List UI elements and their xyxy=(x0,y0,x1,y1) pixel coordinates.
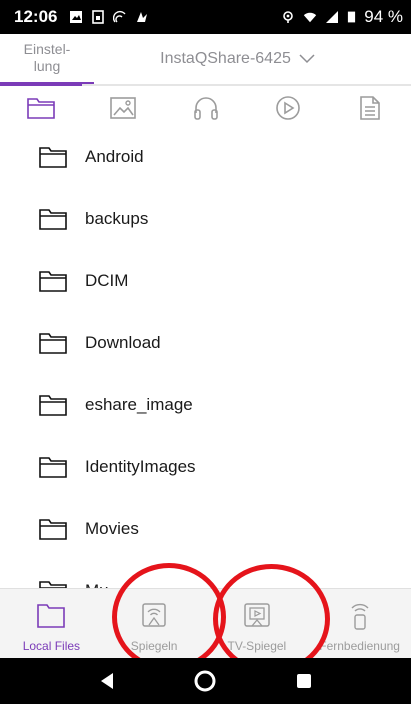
list-item[interactable]: eshare_image xyxy=(0,374,411,436)
tab-music[interactable] xyxy=(164,84,247,130)
list-item[interactable]: DCIM xyxy=(0,250,411,312)
file-name: Mu xyxy=(85,581,109,588)
status-bar: 12:06 94 % xyxy=(0,0,411,34)
app-header: Einstel- lung InstaQShare-6425 xyxy=(0,34,411,84)
folder-icon xyxy=(39,271,67,292)
file-name: backups xyxy=(85,209,149,228)
gallery-notification-icon xyxy=(70,11,83,23)
tab-files[interactable] xyxy=(0,84,83,130)
battery-percent: 94 % xyxy=(364,7,403,26)
settings-tab[interactable]: Einstel- lung xyxy=(0,34,94,84)
headphones-icon xyxy=(193,97,218,120)
device-name: InstaQShare-6425 xyxy=(160,50,291,67)
document-icon xyxy=(360,96,380,120)
wifi-icon xyxy=(304,12,317,23)
folder-icon xyxy=(37,604,66,628)
cast-notification-icon xyxy=(113,10,127,23)
file-list: Android backups DCIM Download eshare_ima… xyxy=(0,126,411,588)
nav-label: Local Files xyxy=(22,639,81,653)
home-icon[interactable] xyxy=(193,669,217,693)
list-item[interactable]: backups xyxy=(0,188,411,250)
nav-remote[interactable]: Fernbedienung xyxy=(308,589,411,658)
battery-icon xyxy=(348,11,356,23)
nav-label: Fernbedienung xyxy=(319,639,400,653)
file-name: Movies xyxy=(85,519,139,538)
file-name: Android xyxy=(85,147,144,166)
remote-control-icon xyxy=(351,603,369,630)
list-item[interactable]: Movies xyxy=(0,498,411,560)
category-tabs xyxy=(0,84,411,130)
nav-local-files[interactable]: Local Files xyxy=(0,589,103,658)
tab-images[interactable] xyxy=(82,84,165,130)
nav-tv-mirror[interactable]: TV-Spiegel xyxy=(206,589,309,658)
sim-notification-icon xyxy=(92,10,105,24)
chevron-down-icon xyxy=(299,54,315,64)
system-nav-bar xyxy=(0,658,411,704)
folder-icon xyxy=(39,209,67,230)
list-item[interactable]: Download xyxy=(0,312,411,374)
status-time: 12:06 xyxy=(14,7,58,26)
list-item[interactable]: Android xyxy=(0,126,411,188)
status-right: 94 % xyxy=(281,7,403,27)
file-name: DCIM xyxy=(85,271,129,290)
tab-videos[interactable] xyxy=(246,84,329,130)
tab-documents[interactable] xyxy=(328,84,411,130)
app-notification-icon xyxy=(137,12,148,22)
nav-mirror[interactable]: Spiegeln xyxy=(103,589,206,658)
nav-label: Spiegeln xyxy=(130,639,178,653)
file-name: eshare_image xyxy=(85,395,193,414)
folder-icon xyxy=(39,519,67,540)
folder-icon xyxy=(27,98,55,119)
file-name: Download xyxy=(85,333,161,352)
folder-icon xyxy=(39,147,67,168)
image-icon xyxy=(110,97,137,119)
signal-icon xyxy=(326,11,339,23)
folder-icon xyxy=(39,333,67,354)
back-icon[interactable] xyxy=(99,672,115,690)
nav-label: TV-Spiegel xyxy=(227,639,287,653)
list-item[interactable]: Mu xyxy=(0,560,411,588)
device-selector[interactable]: InstaQShare-6425 xyxy=(94,50,411,68)
location-icon xyxy=(283,11,294,23)
folder-icon xyxy=(39,457,67,478)
tv-mirror-icon xyxy=(244,603,270,627)
status-left: 12:06 xyxy=(14,7,149,27)
play-icon xyxy=(275,96,300,120)
screen-mirror-icon xyxy=(142,603,166,627)
list-item[interactable]: IdentityImages xyxy=(0,436,411,498)
folder-icon xyxy=(39,581,67,588)
file-name: IdentityImages xyxy=(85,457,196,476)
folder-icon xyxy=(39,395,67,416)
bottom-nav: Local Files Spiegeln TV-Spiegel Fernbedi… xyxy=(0,588,411,658)
recents-icon[interactable] xyxy=(296,673,312,689)
